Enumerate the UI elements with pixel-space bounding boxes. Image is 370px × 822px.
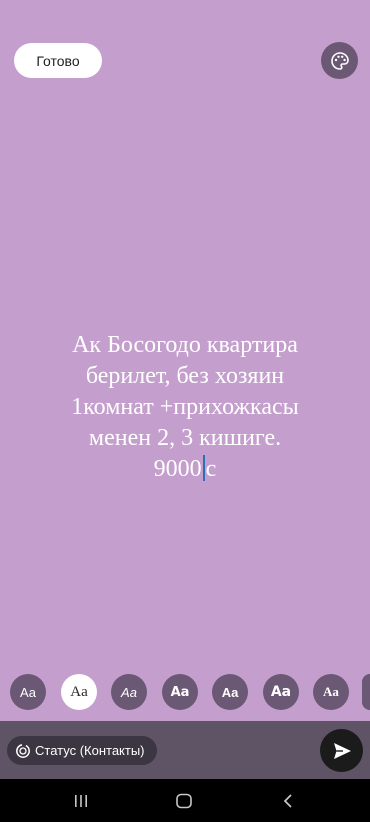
text-before-cursor: 9000 xyxy=(153,456,202,482)
font-option-serif[interactable]: Aa xyxy=(61,674,97,710)
back-icon xyxy=(283,794,292,808)
font-option-label: Aa xyxy=(323,684,339,699)
font-option-sans[interactable]: Aa xyxy=(10,674,46,710)
font-option-label: Aa xyxy=(270,684,292,700)
font-option-italic[interactable]: Aa xyxy=(111,674,147,710)
status-text-editor: { "header": { "done_label": "Готово", "p… xyxy=(0,0,370,822)
color-palette-button[interactable] xyxy=(321,42,358,79)
send-button[interactable] xyxy=(320,729,363,772)
done-button[interactable]: Готово xyxy=(14,43,102,78)
font-option-label: Aa xyxy=(20,684,36,700)
text-line-last: 9000 с xyxy=(20,454,350,485)
status-audience-label: Статус (Контакты) xyxy=(35,743,145,758)
font-option-label: Aa xyxy=(170,684,190,700)
text-line: берилет, без хозяин xyxy=(85,363,285,389)
recents-button[interactable] xyxy=(71,791,91,811)
font-option-rounded[interactable]: Aa xyxy=(162,674,198,710)
back-button[interactable] xyxy=(278,791,298,811)
status-ring-icon xyxy=(16,743,30,758)
font-option-label: Aa xyxy=(70,683,88,700)
text-line: Ак Босогодо квартира xyxy=(72,332,298,358)
status-text-input[interactable]: Ак Босогодо квартира берилет, без хозяин… xyxy=(20,330,350,485)
text-line: менен 2, 3 кишиге. xyxy=(88,425,282,451)
system-nav-bar xyxy=(0,779,370,822)
recents-icon xyxy=(75,795,87,807)
font-option-label: Aa xyxy=(221,684,239,700)
font-picker: Aa Aa Aa Aa Aa Aa Aa xyxy=(0,674,370,710)
send-icon xyxy=(333,742,351,759)
status-audience-button[interactable]: Статус (Контакты) xyxy=(7,736,157,765)
home-button[interactable] xyxy=(174,791,194,811)
font-option-bold[interactable]: Aa xyxy=(212,674,248,710)
palette-icon xyxy=(330,51,349,70)
compose-bar: Статус (Контакты) xyxy=(0,721,370,779)
text-cursor xyxy=(202,455,205,481)
font-option-heavy[interactable]: Aa xyxy=(263,674,299,710)
home-icon xyxy=(176,793,192,809)
font-option-serif-bold[interactable]: Aa xyxy=(313,674,349,710)
font-option-more[interactable] xyxy=(362,674,370,710)
font-option-label: Aa xyxy=(121,684,137,700)
text-after-cursor: с xyxy=(205,456,217,482)
text-line: 1комнат +прихожкасы xyxy=(71,394,299,420)
